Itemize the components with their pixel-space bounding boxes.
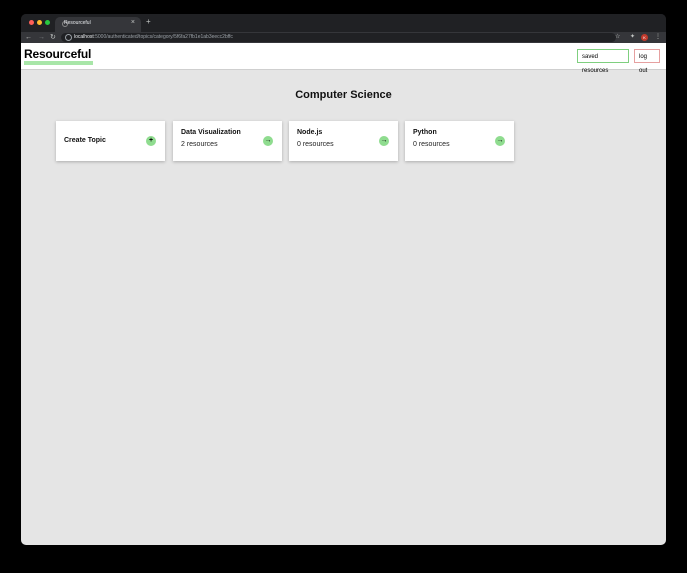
browser-tab[interactable]: Resourceful × [55,17,141,32]
minimize-window-button[interactable] [37,20,42,25]
log-out-button[interactable]: log out [634,49,660,74]
new-tab-button[interactable]: + [146,18,151,26]
address-bar[interactable]: localhost:5000/authenticated/topics/cate… [61,33,616,42]
url-host: localhost [74,34,94,40]
arrow-right-icon[interactable]: → [263,136,273,146]
create-topic-label: Create Topic [64,137,106,144]
arrow-right-icon[interactable]: → [495,136,505,146]
topic-card[interactable]: Python 0 resources → [405,121,514,161]
profile-avatar[interactable]: K [641,34,648,41]
topic-resource-count: 2 resources [181,141,218,148]
browser-window: Resourceful × + ← → ↻ localhost:5000/aut… [21,14,666,545]
topic-resource-count: 0 resources [297,141,334,148]
browser-toolbar: ← → ↻ localhost:5000/authenticated/topic… [21,32,666,43]
back-arrow-icon[interactable]: ← [25,32,32,43]
page-content: Resourceful saved resources log out Comp… [21,43,666,545]
topic-title: Node.js [297,129,323,136]
tab-title: Resourceful [64,20,91,26]
arrow-right-icon[interactable]: → [379,136,389,146]
close-window-button[interactable] [29,20,34,25]
brand-underline [24,61,93,65]
extensions-icon[interactable]: ✦ [630,32,635,43]
topic-title: Python [413,129,437,136]
maximize-window-button[interactable] [45,20,50,25]
topic-card[interactable]: Node.js 0 resources → [289,121,398,161]
app-header: Resourceful saved resources log out [21,43,666,74]
topic-card[interactable]: Data Visualization 2 resources → [173,121,282,161]
topic-resource-count: 0 resources [413,141,450,148]
saved-resources-button[interactable]: saved resources [577,49,629,74]
reload-icon[interactable]: ↻ [50,32,56,43]
page-title: Computer Science [295,89,392,101]
star-icon[interactable]: ☆ [615,32,620,43]
info-icon[interactable] [65,34,72,41]
forward-arrow-icon[interactable]: → [38,32,45,43]
url-path: :5000/authenticated/topics/category/5f6f… [93,34,233,40]
kebab-menu-icon[interactable]: ⋮ [655,32,661,43]
brand-logo[interactable]: Resourceful [24,47,91,61]
tab-strip: Resourceful × + [21,14,666,32]
tab-close-icon[interactable]: × [131,19,135,26]
url-text[interactable]: localhost:5000/authenticated/topics/cate… [74,34,233,40]
create-topic-card[interactable]: Create Topic + [56,121,165,161]
topic-title: Data Visualization [181,129,241,136]
plus-icon[interactable]: + [146,136,156,146]
